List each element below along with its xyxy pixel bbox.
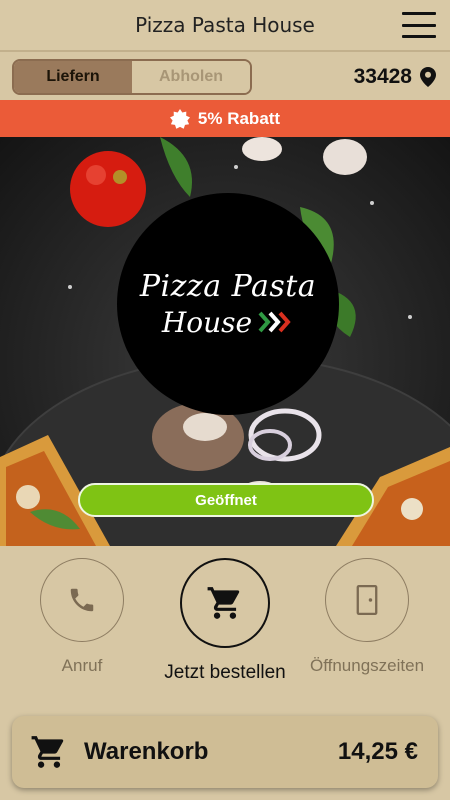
logo-text-line2: House xyxy=(161,306,253,339)
badge-icon xyxy=(169,108,190,129)
cart-label: Warenkorb xyxy=(84,738,209,765)
restaurant-logo: Pizza Pasta House xyxy=(117,193,339,415)
hero-image: Pizza Pasta House Geöffnet xyxy=(0,137,450,546)
page-title: Pizza Pasta House xyxy=(135,13,315,37)
italian-chevrons-icon xyxy=(258,311,291,332)
app-header: Pizza Pasta House xyxy=(0,0,450,52)
cart-total: 14,25 € xyxy=(337,738,418,765)
zip-code: 33428 xyxy=(353,65,412,88)
cart-icon xyxy=(31,736,64,768)
order-now-label: Jetzt bestellen xyxy=(164,662,286,683)
location-pin-icon xyxy=(420,67,436,87)
order-now-button[interactable]: Jetzt bestellen xyxy=(164,558,286,684)
cart-button[interactable]: Warenkorb 14,25 € xyxy=(12,716,438,788)
call-button[interactable]: Anruf xyxy=(40,558,124,676)
location-selector[interactable]: 33428 xyxy=(354,65,436,89)
discount-label: 5% Rabatt xyxy=(197,108,281,128)
order-now-circle[interactable] xyxy=(180,558,270,648)
pickup-tab[interactable]: Abholen xyxy=(132,61,250,93)
order-mode-toggle: Liefern Abholen xyxy=(12,59,252,95)
delivery-tab[interactable]: Liefern xyxy=(14,61,132,93)
call-label: Anruf xyxy=(61,656,103,675)
phone-icon xyxy=(70,588,94,612)
status-badge: Geöffnet xyxy=(78,483,374,517)
logo-text-line1: Pizza Pasta xyxy=(139,269,317,304)
call-button-circle[interactable] xyxy=(40,558,124,642)
opening-hours-button[interactable]: Öffnungszeiten xyxy=(310,558,424,676)
door-icon xyxy=(356,585,378,615)
cart-icon xyxy=(207,587,240,619)
order-mode-row: Liefern Abholen 33428 xyxy=(0,54,450,100)
menu-icon[interactable] xyxy=(402,12,436,38)
discount-banner[interactable]: 5% Rabatt xyxy=(0,100,450,137)
opening-hours-circle[interactable] xyxy=(325,558,409,642)
quick-actions: Anruf Jetzt bestellen Öffnungszeiten xyxy=(0,546,450,706)
opening-hours-label: Öffnungszeiten xyxy=(309,656,425,675)
